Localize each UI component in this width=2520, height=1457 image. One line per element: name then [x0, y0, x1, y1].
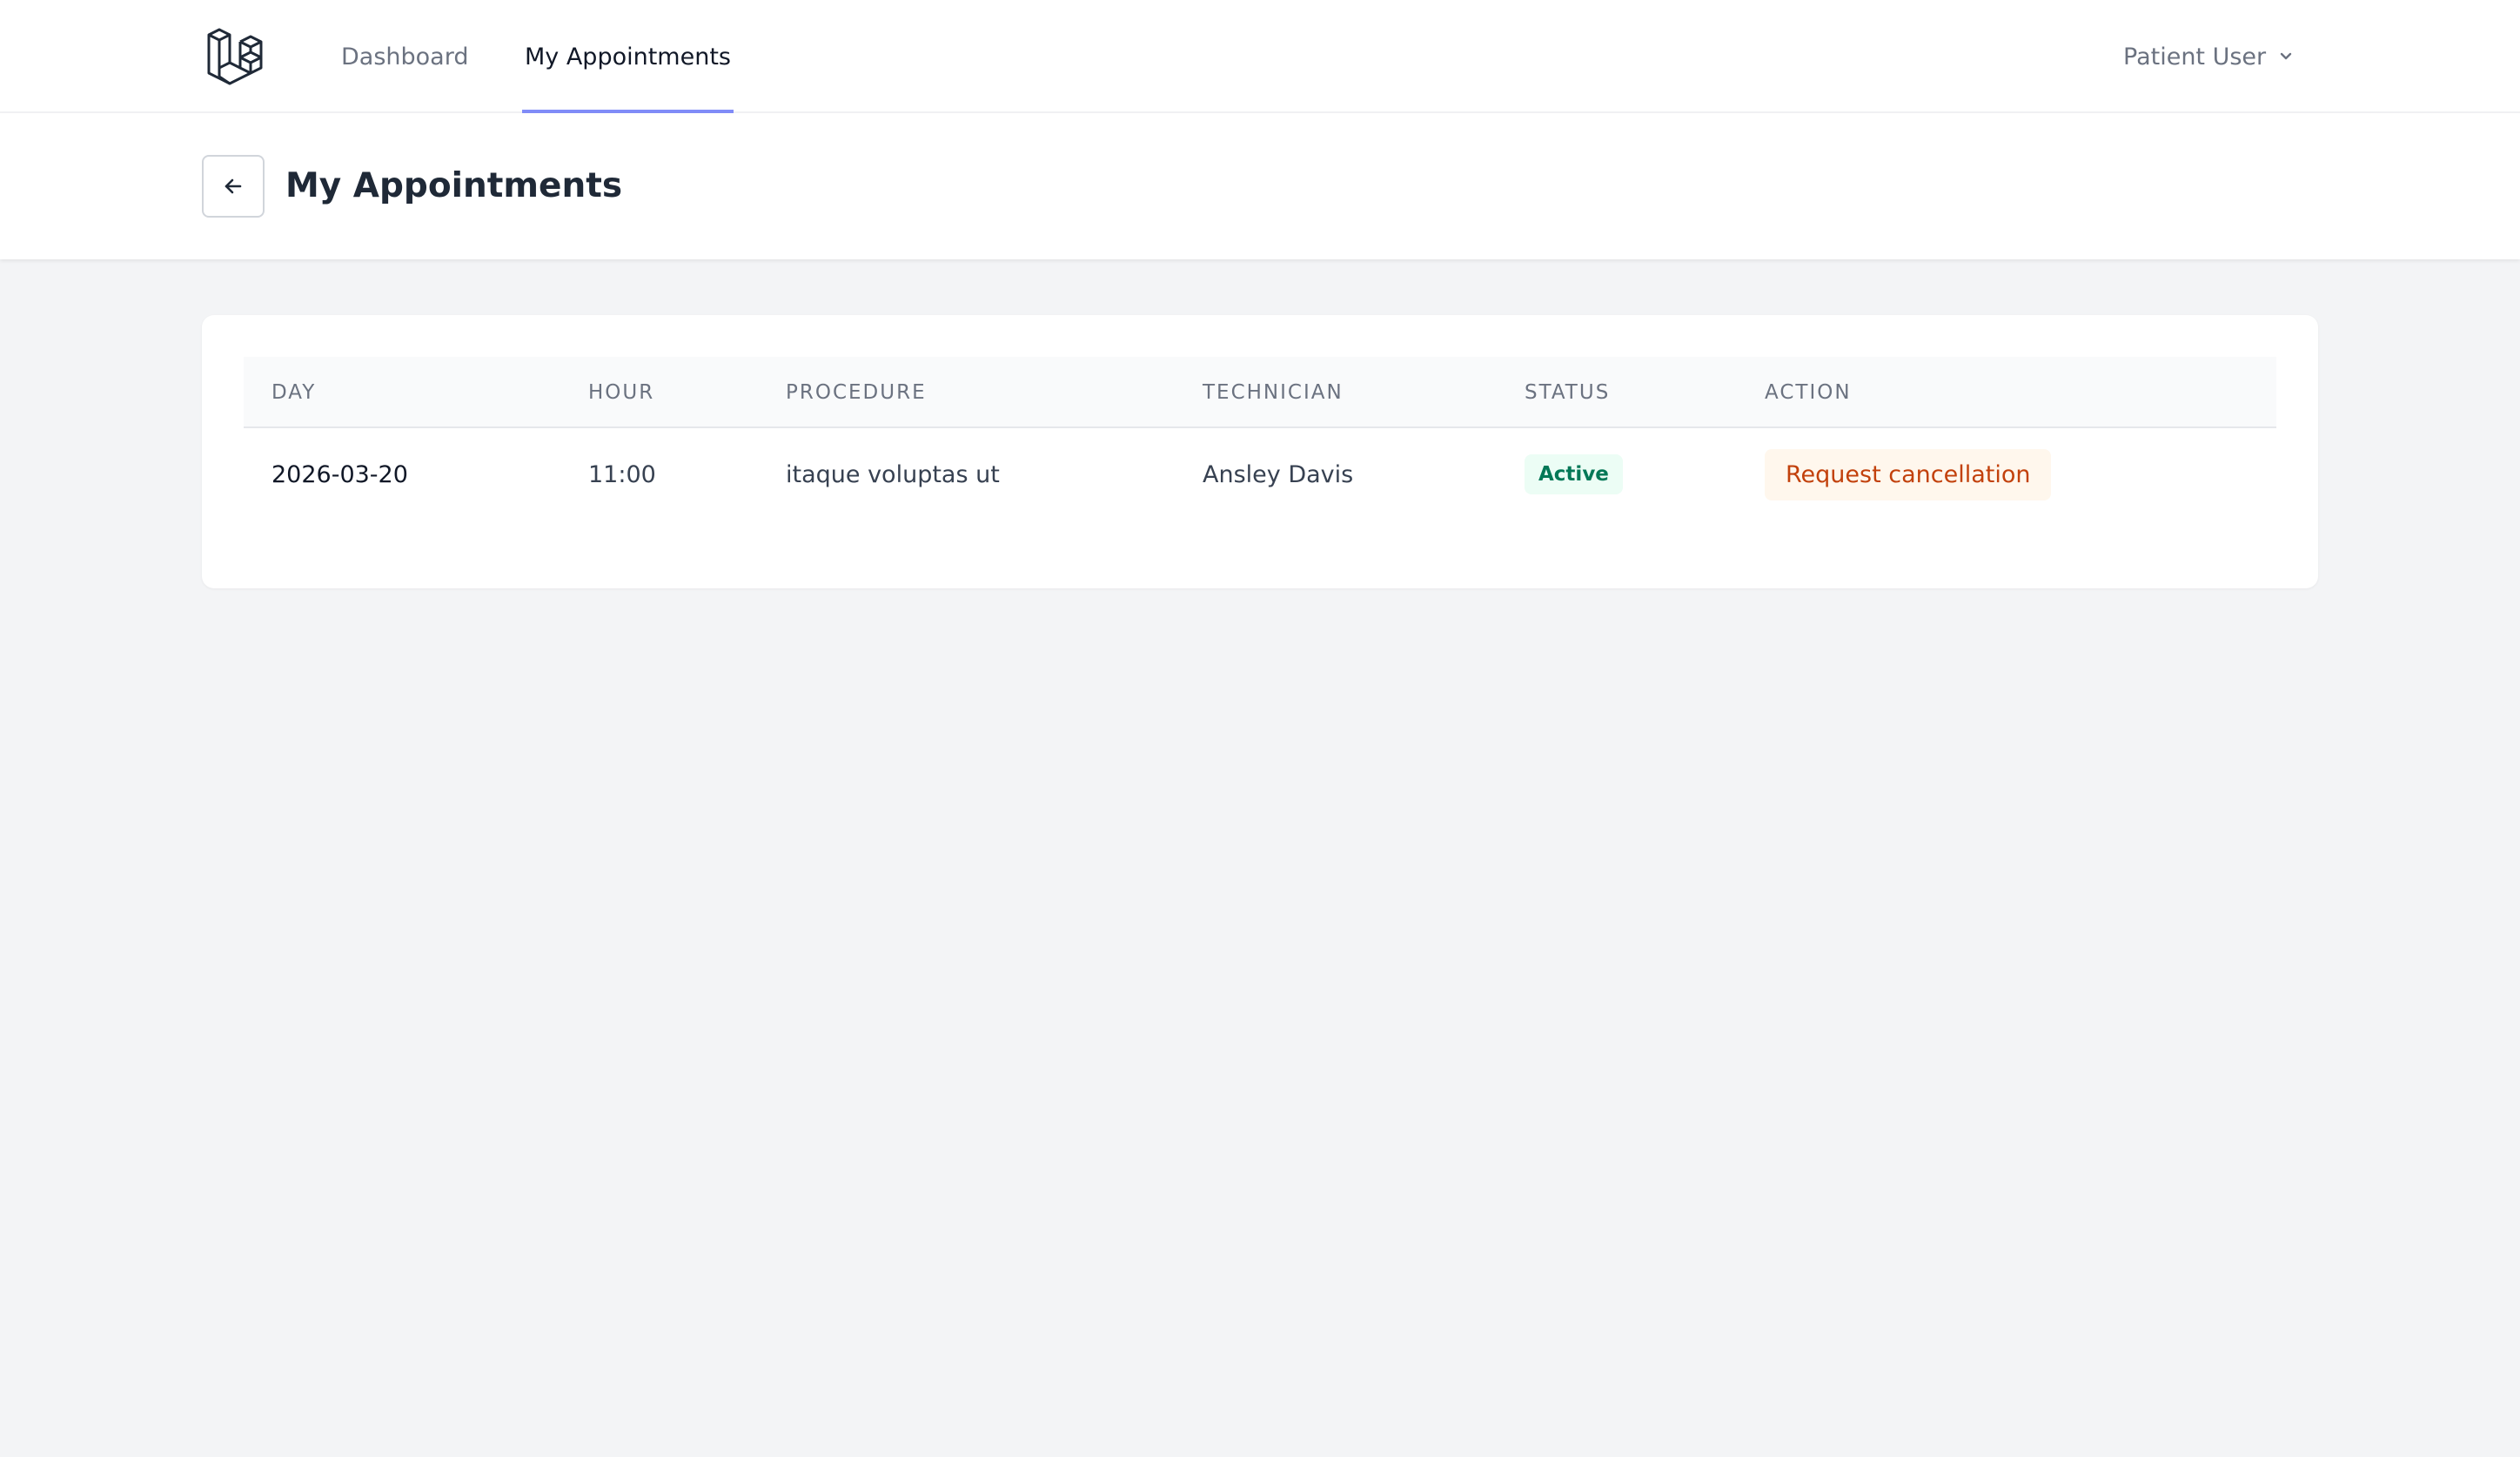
column-header-procedure: Procedure [786, 381, 927, 404]
chevron-down-icon [2280, 52, 2292, 60]
laravel-logo-icon [207, 28, 263, 85]
user-menu-dropdown[interactable]: Patient User [2123, 0, 2294, 113]
nav-link-my-appointments[interactable]: My Appointments [522, 0, 734, 113]
column-header-day: Day [271, 381, 317, 404]
cell-action: Request cancellation [1765, 428, 2052, 520]
cell-procedure: itaque voluptas ut [786, 460, 1000, 488]
page-title: My Appointments [285, 166, 623, 205]
nav-link-dashboard[interactable]: Dashboard [341, 0, 468, 113]
back-button[interactable] [202, 155, 265, 218]
top-navigation: Dashboard My Appointments Patient User [0, 0, 2520, 113]
table-row: 2026-03-20 11:00 itaque voluptas ut Ansl… [244, 428, 2276, 520]
app-logo[interactable] [204, 24, 266, 87]
table-header: Day Hour Procedure Technician Status Act… [244, 357, 2276, 428]
cell-technician: Ansley Davis [1203, 460, 1354, 488]
column-header-status: Status [1525, 381, 1611, 404]
status-badge: Active [1525, 454, 1623, 494]
column-header-action: Action [1765, 381, 1852, 404]
column-header-technician: Technician [1203, 381, 1344, 404]
appointments-card: Day Hour Procedure Technician Status Act… [202, 315, 2318, 588]
cell-hour: 11:00 [588, 460, 656, 488]
column-header-hour: Hour [588, 381, 655, 404]
cell-status: Active [1525, 428, 1623, 520]
request-cancellation-button[interactable]: Request cancellation [1765, 448, 2052, 500]
user-name: Patient User [2123, 43, 2267, 70]
arrow-left-icon [225, 178, 242, 194]
cell-day: 2026-03-20 [271, 460, 408, 488]
appointments-table: Day Hour Procedure Technician Status Act… [244, 357, 2276, 520]
page-header: My Appointments [0, 113, 2520, 259]
